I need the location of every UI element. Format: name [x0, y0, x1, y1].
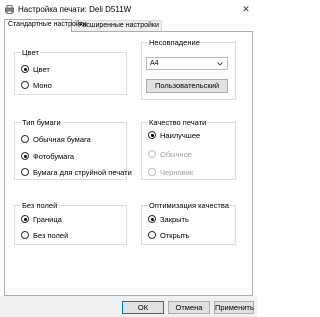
title-bar: Настройка печати: Deli D511W ✕ [0, 0, 257, 20]
radio-label: Фотобумага [33, 151, 75, 161]
radio-indicator [148, 168, 156, 176]
radio-indicator [21, 152, 29, 160]
radio-borderless[interactable]: Без полей [21, 230, 68, 240]
quality-optimization-group: Оптимизация качества Закрыть Открыть [141, 201, 236, 245]
paper-size-value: A4 [150, 60, 159, 67]
radio-label: Граница [33, 214, 62, 224]
color-group-title: Цвет [21, 48, 40, 57]
custom-size-button[interactable]: Пользовательский [146, 79, 228, 93]
radio-label: Цвет [33, 64, 50, 74]
window-title: Настройка печати: Deli D511W [18, 5, 132, 14]
radio-optimization-open[interactable]: Открыть [148, 230, 189, 240]
paper-size-group-title: Несовпадение [148, 38, 201, 47]
ok-button[interactable]: ОК [122, 301, 164, 314]
cancel-button[interactable]: Отмена [168, 301, 210, 314]
radio-indicator [21, 231, 29, 239]
color-group: Цвет Цвет Моно [14, 48, 127, 95]
radio-indicator [148, 131, 156, 139]
radio-label: Обычное [160, 149, 192, 159]
print-quality-group: Качество печати Наилучшее Обычное Чернов… [141, 118, 236, 180]
radio-mono[interactable]: Моно [21, 80, 52, 90]
close-icon: ✕ [242, 4, 250, 14]
radio-label: Черновик [160, 167, 194, 177]
radio-photo-paper[interactable]: Фотобумага [21, 151, 74, 161]
radio-label: Обычная бумага [33, 134, 91, 144]
printer-icon [5, 5, 14, 14]
radio-indicator [21, 81, 29, 89]
radio-indicator [21, 65, 29, 73]
radio-quality-draft: Черновик [148, 167, 193, 177]
radio-label: Наилучшее [160, 130, 201, 140]
tab-advanced-settings[interactable]: Расширенные настройки [74, 20, 162, 31]
borderless-group-title: Без полей [21, 201, 59, 210]
borderless-group: Без полей Граница Без полей [14, 201, 127, 245]
chevron-down-icon [217, 62, 223, 66]
paper-type-group: Тип бумаги Обычная бумага Фотобумага Бум… [14, 118, 132, 180]
radio-optimization-close[interactable]: Закрыть [148, 214, 189, 224]
radio-label: Моно [33, 80, 52, 90]
close-button[interactable]: ✕ [235, 0, 257, 18]
radio-quality-best[interactable]: Наилучшее [148, 130, 200, 140]
radio-indicator [21, 135, 29, 143]
paper-size-select[interactable]: A4 [146, 57, 228, 70]
radio-color[interactable]: Цвет [21, 64, 50, 74]
radio-label: Бумага для струйной печати [33, 167, 132, 177]
paper-type-group-title: Тип бумаги [21, 118, 62, 127]
radio-quality-normal: Обычное [148, 149, 192, 159]
print-quality-group-title: Качество печати [148, 118, 208, 127]
radio-indicator [148, 150, 156, 158]
radio-indicator [148, 215, 156, 223]
apply-button[interactable]: Применить [214, 301, 254, 314]
radio-label: Без полей [33, 230, 69, 240]
radio-label: Закрыть [160, 214, 189, 224]
radio-plain-paper[interactable]: Обычная бумага [21, 134, 91, 144]
radio-indicator [21, 215, 29, 223]
radio-indicator [148, 231, 156, 239]
radio-label: Открыть [160, 230, 190, 240]
tab-standard-settings[interactable]: Стандартные настройки [4, 19, 87, 32]
tab-strip: Стандартные настройки Расширенные настро… [4, 19, 253, 32]
radio-inkjet-paper[interactable]: Бумага для струйной печати [21, 167, 132, 177]
radio-border[interactable]: Граница [21, 214, 62, 224]
quality-optimization-group-title: Оптимизация качества [148, 201, 230, 210]
radio-indicator [21, 168, 29, 176]
